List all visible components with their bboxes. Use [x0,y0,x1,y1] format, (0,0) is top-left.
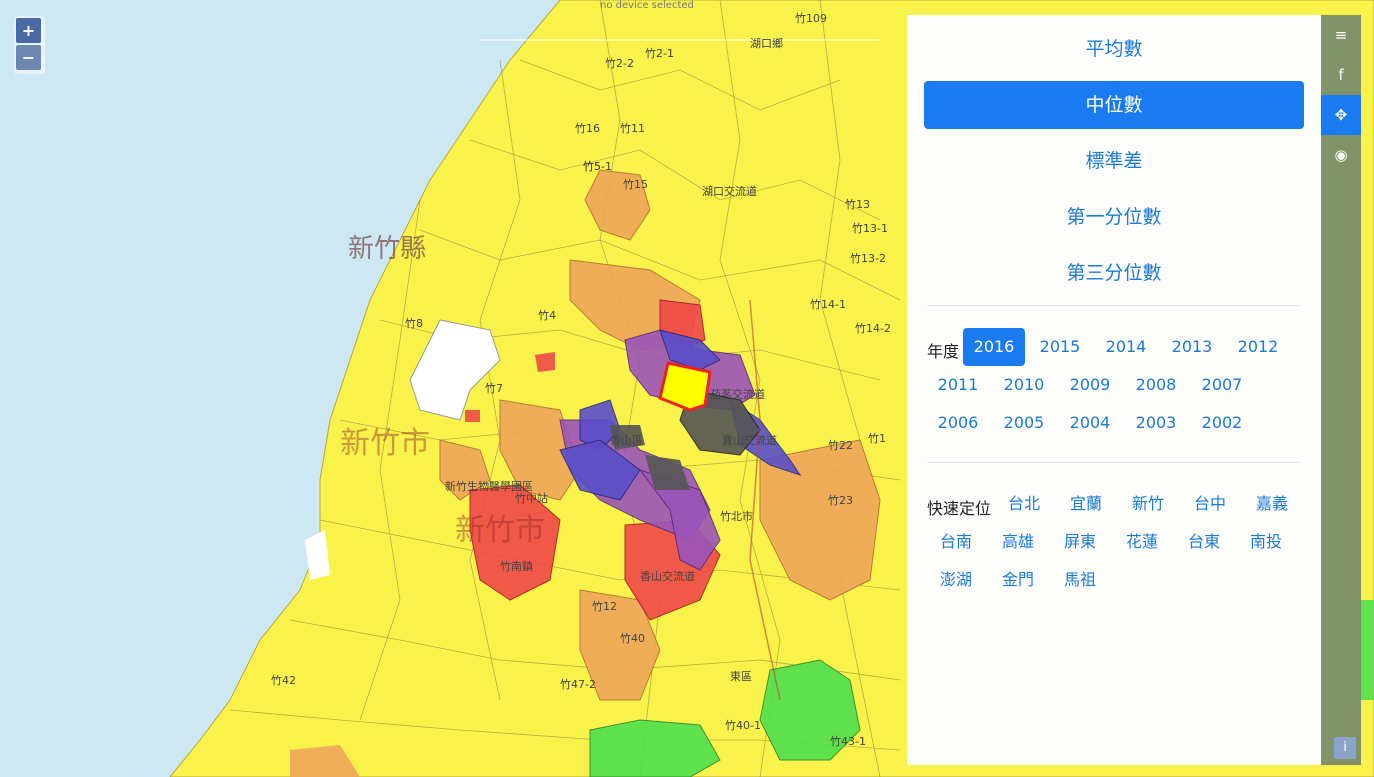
road-label: 竹43-1 [830,735,866,748]
road-label: 竹40-1 [725,719,761,732]
quick-locate-台中[interactable]: 台中 [1179,485,1241,523]
quick-locate-花蓮[interactable]: 花蓮 [1111,523,1173,561]
road-label: 竹4 [538,309,556,322]
road-label: 竹16 [575,122,600,135]
year-option-2016[interactable]: 2016 [963,328,1025,366]
road-label: 竹47-2 [560,678,596,691]
stat-button[interactable]: 平均數 [924,25,1304,73]
city-label: 新竹市 [340,426,430,461]
road-label: 香山交流道 [640,570,695,583]
quick-locate-台南[interactable]: 台南 [925,523,987,561]
quick-locate-嘉義[interactable]: 嘉義 [1241,485,1303,523]
quick-locate-宜蘭[interactable]: 宜蘭 [1055,485,1117,523]
quick-locate-南投[interactable]: 南投 [1235,523,1297,561]
year-label: 年度 [927,342,960,361]
quick-locate-馬祖[interactable]: 馬祖 [1049,561,1111,599]
quick-locate-屏東[interactable]: 屏東 [1049,523,1111,561]
quick-locate-label: 快速定位 [927,499,992,518]
road-label: 竹2-1 [645,47,674,60]
year-option-2008[interactable]: 2008 [1125,366,1187,404]
road-label: 竹15 [623,178,648,191]
year-option-2006[interactable]: 2006 [927,404,989,442]
control-panel: 平均數 中位數 標準差 第一分位數 第三分位數 年度 2016 2015 2014 2013 2… [907,15,1321,765]
road-label: 竹南鎮 [500,560,533,573]
year-selector: 年度 2016 2015 2014 2013 2012 2011 2010 2009 2008 2… [907,314,1321,454]
zoom-in-button[interactable]: + [16,18,41,43]
quick-locate-台東[interactable]: 台東 [1173,523,1235,561]
stat-list: 平均數中位數標準差第一分位數第三分位數 [907,15,1321,297]
year-option-2007[interactable]: 2007 [1191,366,1253,404]
region-green[interactable] [589,719,721,777]
year-option-2003[interactable]: 2003 [1125,404,1187,442]
quick-locate-新竹[interactable]: 新竹 [1117,485,1179,523]
stat-button[interactable]: 標準差 [924,137,1304,185]
top-strip-text: no device selected [600,0,694,11]
road-label: 竹40 [620,632,645,645]
stat-button[interactable]: 第一分位數 [924,193,1304,241]
quick-locate-澎湖[interactable]: 澎湖 [925,561,987,599]
move-icon[interactable]: ✥ [1321,95,1361,135]
stat-button[interactable]: 中位數 [924,81,1304,129]
road-label: 竹22 [828,439,853,452]
road-label: 竹13-2 [850,252,886,265]
year-option-2014[interactable]: 2014 [1095,328,1157,366]
city-label-2: 新竹市 [455,513,545,548]
quick-locate-台北[interactable]: 台北 [993,485,1055,523]
facebook-icon[interactable]: f [1321,55,1361,95]
road-label: 竹13-1 [852,222,888,235]
road-label: 竹23 [828,494,853,507]
road-label: 竹5-1 [583,160,612,173]
road-label: 竹13 [845,198,870,211]
menu-icon[interactable]: ≡ [1321,15,1361,55]
year-option-2002[interactable]: 2002 [1191,404,1253,442]
quick-locate-金門[interactable]: 金門 [987,561,1049,599]
zoom-out-button[interactable]: − [16,45,41,70]
road-label: 竹14-2 [855,322,891,335]
year-option-2011[interactable]: 2011 [927,366,989,404]
github-icon[interactable]: ◉ [1321,135,1361,175]
road-label: 湖口交流道 [702,185,757,198]
road-label: 竹2-2 [605,57,634,70]
road-label: 竹中站 [515,492,548,505]
zoom-control: + − [14,16,45,74]
road-label: 竹109 [795,12,827,25]
road-label: 寶山交流道 [722,434,777,447]
road-label: 竹1 [868,432,886,445]
sidebar: ≡ f ✥ ◉ [1321,15,1361,765]
stat-button[interactable]: 第三分位數 [924,249,1304,297]
road-label: 竹14-1 [810,298,846,311]
divider [927,462,1301,463]
year-option-2005[interactable]: 2005 [993,404,1055,442]
road-label: 竹11 [620,122,645,135]
info-icon[interactable]: i [1334,737,1356,759]
year-option-2009[interactable]: 2009 [1059,366,1121,404]
road-label: 竹7 [485,382,503,395]
region-red[interactable] [535,352,555,372]
year-option-2013[interactable]: 2013 [1161,328,1223,366]
divider [927,305,1301,306]
road-label: 香山區 [610,434,643,447]
year-option-2012[interactable]: 2012 [1227,328,1289,366]
region-red[interactable] [465,410,480,422]
road-label: 竹北市 [720,510,753,523]
quick-locate: 快速定位 台北 宜蘭 新竹 台中 嘉義台南 高雄 屏東 花蓮 台東 南投澎湖 金門 馬祖 [907,471,1321,601]
road-label: 茄苳交流道 [710,388,765,401]
quick-locate-高雄[interactable]: 高雄 [987,523,1049,561]
county-label: 新竹縣 [348,234,427,264]
road-label: 東區 [730,670,752,683]
road-label: 竹42 [271,674,296,687]
year-option-2015[interactable]: 2015 [1029,328,1091,366]
road-label: 湖口鄉 [750,37,783,50]
road-label: 竹8 [405,317,423,330]
road-label: 竹12 [592,600,617,613]
year-option-2010[interactable]: 2010 [993,366,1055,404]
region-green[interactable] [1360,600,1374,700]
year-option-2004[interactable]: 2004 [1059,404,1121,442]
